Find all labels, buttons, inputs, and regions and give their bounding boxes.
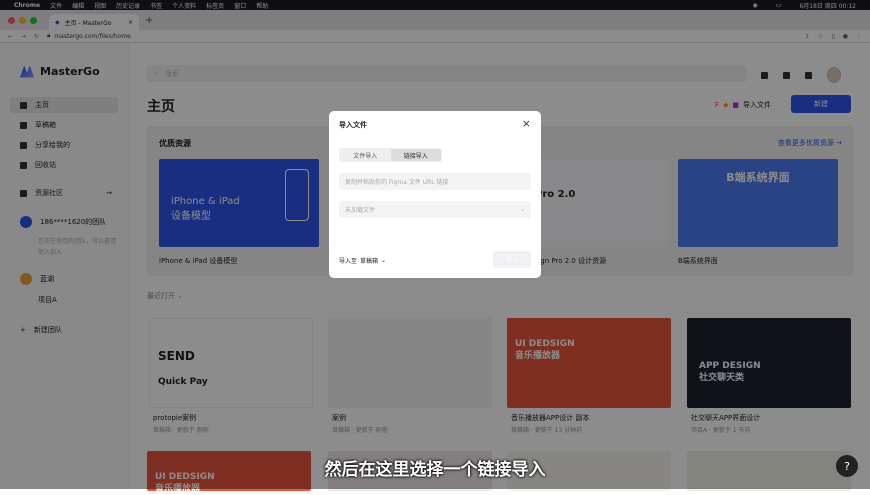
- import-mode-tabs: 文件导入 链接导入: [339, 148, 442, 162]
- chevron-down-icon: ⌄: [381, 257, 387, 264]
- import-dialog: 导入文件 × 文件导入 链接导入 复制并粘贴你的 Figma 文件 URL 链接…: [329, 111, 541, 278]
- tab-file-import[interactable]: 文件导入: [340, 149, 391, 161]
- file-select[interactable]: 未加载文件 ⌄: [339, 201, 531, 218]
- url-placeholder: 复制并粘贴你的 Figma 文件 URL 链接: [345, 179, 449, 186]
- destination-value: 草稿箱: [360, 258, 379, 265]
- import-confirm-button[interactable]: 导入: [493, 251, 531, 268]
- file-select-placeholder: 未加载文件: [345, 207, 376, 214]
- close-icon[interactable]: ×: [522, 117, 531, 130]
- help-button[interactable]: ?: [836, 455, 858, 477]
- chevron-down-icon: ⌄: [519, 206, 525, 213]
- figma-url-input[interactable]: 复制并粘贴你的 Figma 文件 URL 链接: [339, 173, 531, 190]
- destination-label: 导入至: [339, 258, 358, 265]
- tab-link-import[interactable]: 链接导入: [390, 149, 441, 161]
- destination-selector[interactable]: 导入至 草稿箱 ⌄: [339, 256, 386, 265]
- video-subtitle: 然后在这里选择一个链接导入: [324, 460, 546, 480]
- dialog-title: 导入文件: [339, 121, 367, 129]
